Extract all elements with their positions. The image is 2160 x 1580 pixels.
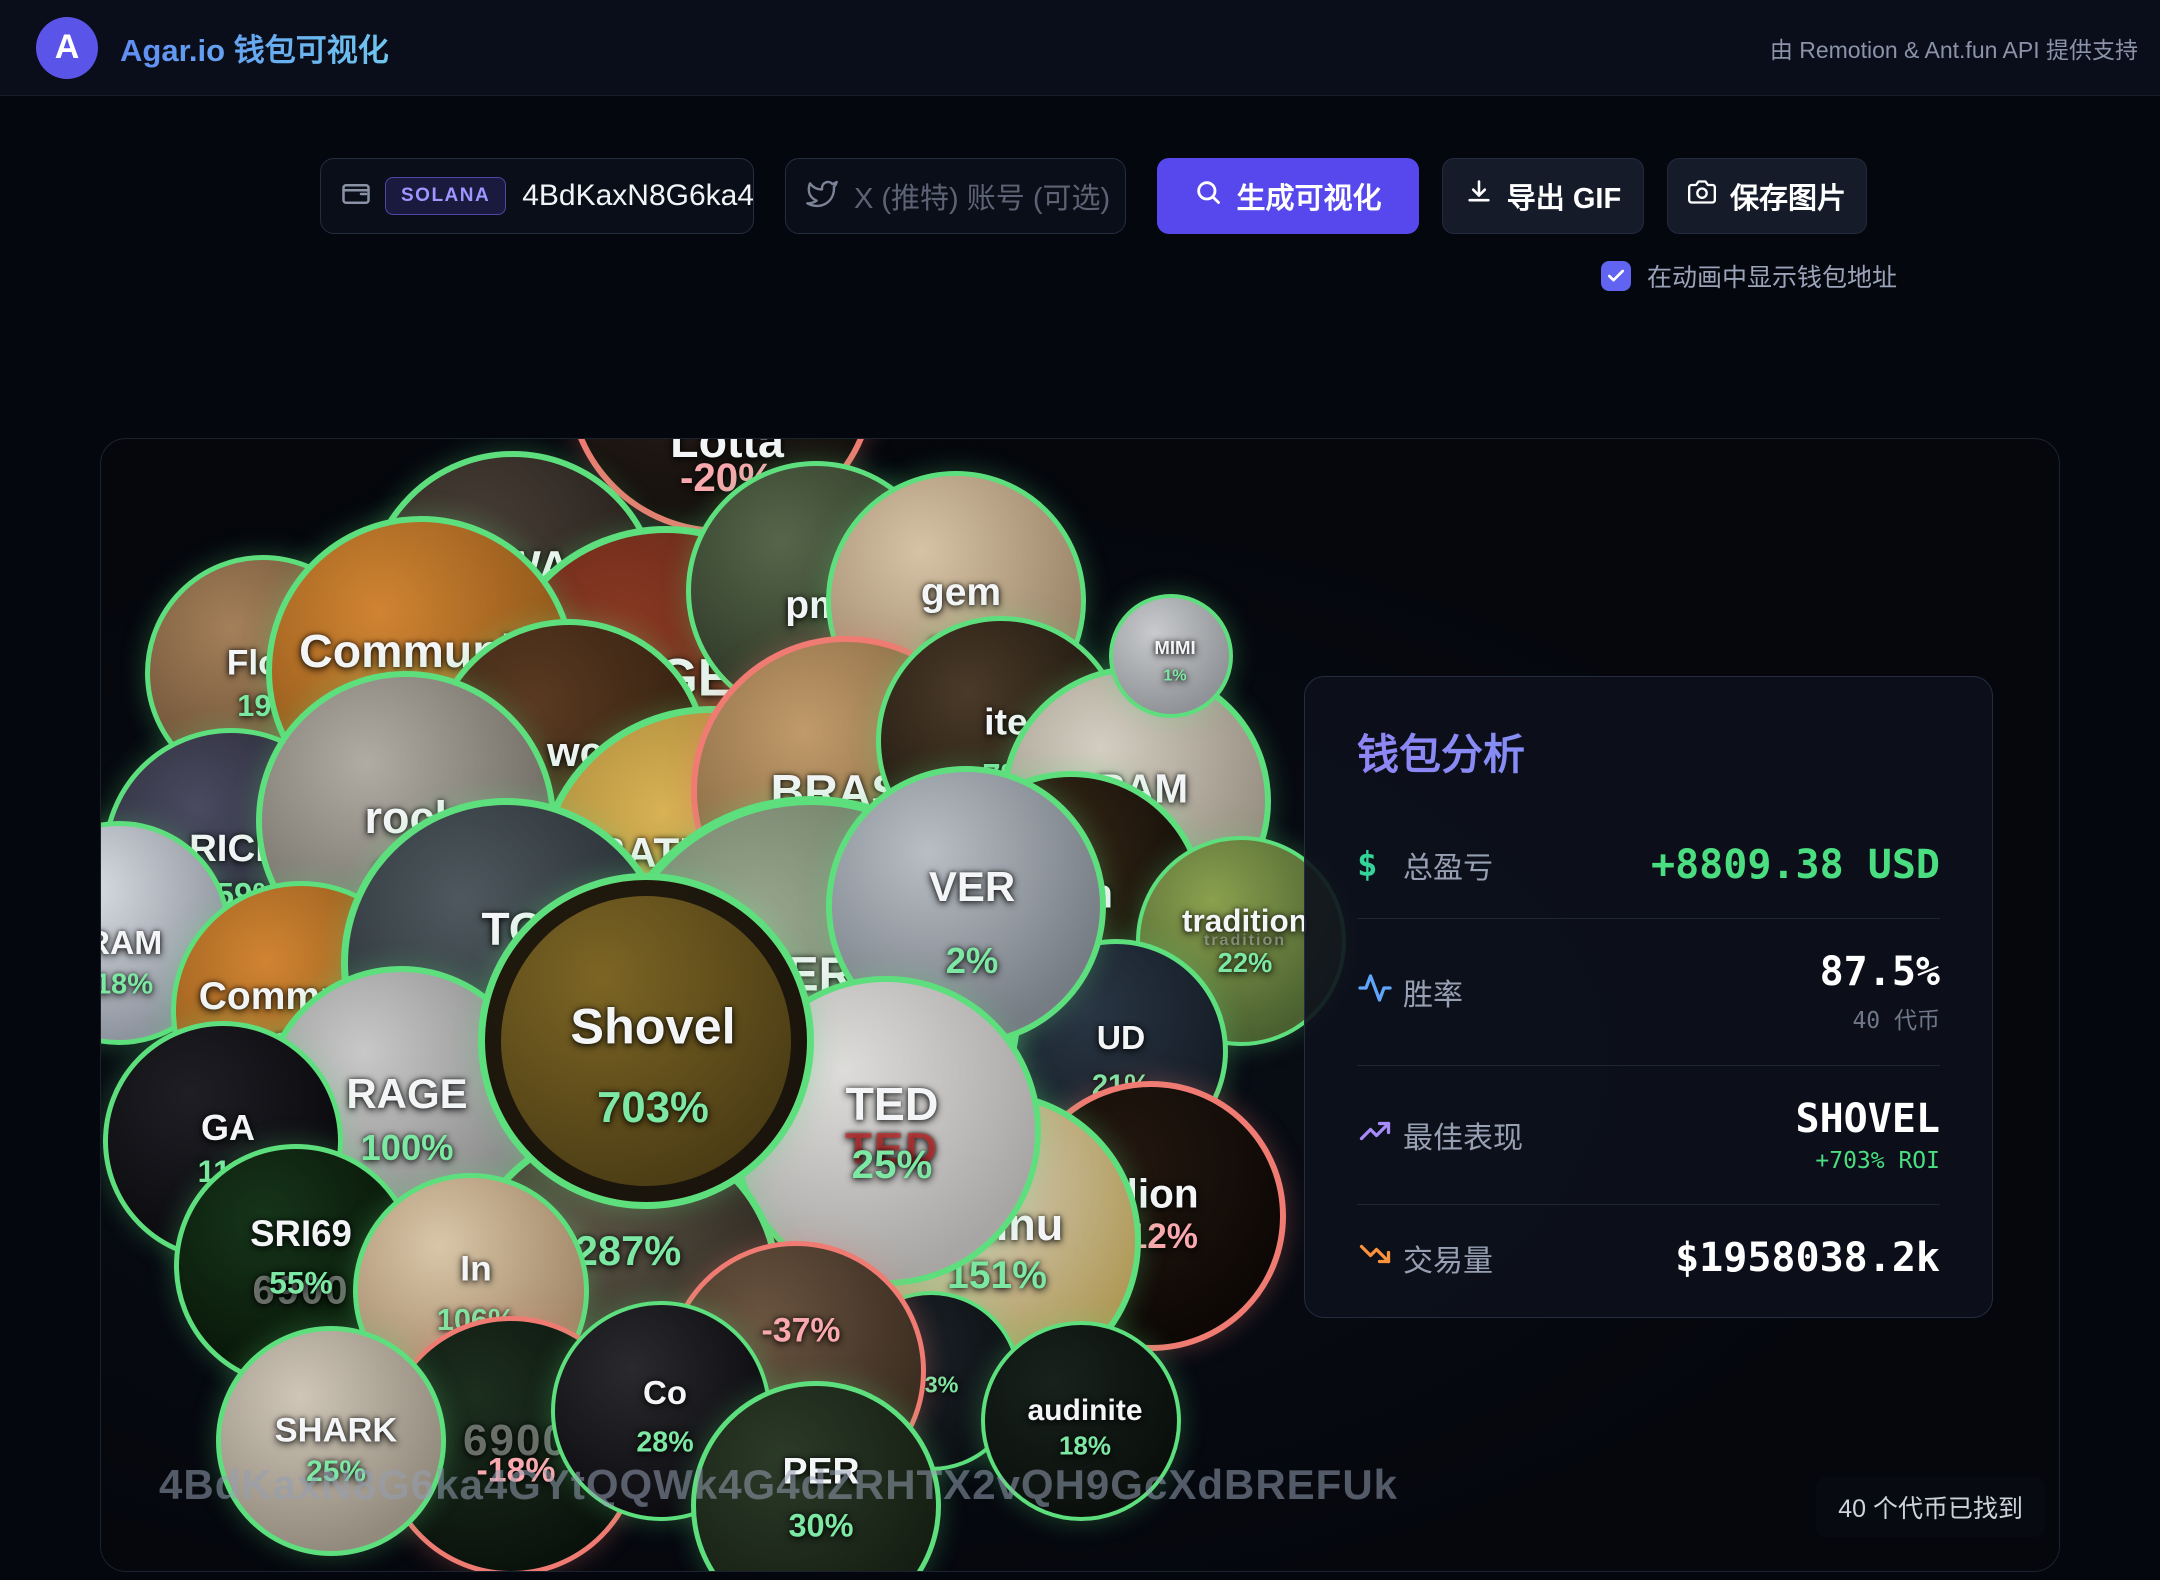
visualization-canvas: Lotta-20%RWA47%BAGELpmtgem31%Floki19%Com…	[100, 438, 2060, 1572]
token-label: Shovel	[570, 997, 735, 1056]
twitter-placeholder: X (推特) 账号 (可选)	[854, 175, 1110, 217]
token-pct: 55%	[269, 1265, 332, 1302]
token-label: SHARK	[275, 1412, 398, 1451]
token-label: Co	[643, 1374, 687, 1412]
token-label: VER	[929, 863, 1015, 911]
page-title: Agar.io 钱包可视化	[120, 25, 389, 70]
generate-visualization-button[interactable]: 生成可视化	[1157, 158, 1419, 234]
best-performer-label: 最佳表现	[1403, 1113, 1523, 1157]
token-label: SRI69	[250, 1213, 352, 1255]
generate-button-label: 生成可视化	[1236, 175, 1381, 217]
token-pct: -37%	[762, 1311, 841, 1350]
trending-up-icon	[1357, 1113, 1403, 1158]
token-pct: 30%	[788, 1508, 853, 1545]
best-performer-value: SHOVEL	[1796, 1096, 1941, 1142]
export-gif-label: 导出 GIF	[1507, 175, 1621, 217]
token-pct: 1%	[1163, 667, 1186, 686]
token-pct: 703%	[597, 1083, 709, 1133]
token-label: GA	[201, 1107, 255, 1149]
token-label: RAGE	[346, 1070, 467, 1118]
twitter-icon	[806, 178, 838, 215]
token-bubble-shovel[interactable]: Shovel 703%	[478, 873, 814, 1209]
token-pct: 18%	[100, 969, 153, 1002]
token-pct: 287%	[575, 1227, 681, 1275]
token-pct: 100%	[360, 1127, 453, 1169]
show-address-checkbox-label: 在动画中显示钱包地址	[1647, 258, 1897, 294]
token-count-badge: 40 个代币已找到	[1816, 1477, 2045, 1537]
token-label: In	[460, 1248, 491, 1289]
win-rate-sub: 40 代币	[1820, 1001, 1940, 1035]
chain-badge: SOLANA	[385, 177, 506, 215]
trending-down-icon	[1357, 1236, 1403, 1281]
token-label: MIMI	[1154, 637, 1195, 659]
token-pct: 22%	[1218, 947, 1273, 979]
download-icon	[1465, 178, 1493, 214]
save-image-button[interactable]: 保存图片	[1667, 158, 1867, 234]
best-performer-row: 最佳表现 SHOVEL +703% ROI	[1357, 1065, 1940, 1204]
token-pct: 18%	[1059, 1431, 1111, 1462]
win-rate-label: 胜率	[1403, 970, 1463, 1014]
total-pnl-value: +8809.38 USD	[1651, 842, 1940, 888]
best-performer-roi: +703% ROI	[1796, 1148, 1941, 1174]
export-gif-button[interactable]: 导出 GIF	[1442, 158, 1644, 234]
save-image-label: 保存图片	[1730, 175, 1846, 217]
token-pct: 2%	[946, 940, 999, 982]
token-pct: 25%	[852, 1142, 933, 1188]
show-address-checkbox[interactable]	[1601, 261, 1631, 291]
token-pct: 28%	[636, 1426, 693, 1459]
token-label: RAM	[100, 925, 162, 963]
powered-by-text: 由 Remotion & Ant.fun API 提供支持	[1770, 31, 2138, 65]
wallet-analysis-panel: 钱包分析 $ 总盈亏 +8809.38 USD 胜率 87.5% 40 代币 最…	[1304, 676, 1993, 1318]
total-pnl-label: 总盈亏	[1403, 843, 1493, 887]
token-label: TED	[846, 1077, 939, 1131]
token-label: UD	[1097, 1020, 1146, 1058]
search-icon	[1194, 178, 1222, 214]
volume-value: $1958038.2k	[1675, 1235, 1940, 1281]
app-logo: A	[36, 17, 98, 79]
token-label: tradition	[1182, 902, 1308, 939]
total-pnl-row: $ 总盈亏 +8809.38 USD	[1357, 812, 1940, 918]
wallet-address-input[interactable]: SOLANA 4BdKaxN8G6ka4GYtQQWk4G4dZRHTX2vQH…	[320, 158, 754, 234]
win-rate-value: 87.5%	[1820, 949, 1940, 995]
camera-icon	[1688, 178, 1716, 214]
volume-row: 交易量 $1958038.2k	[1357, 1204, 1940, 1311]
dollar-icon: $	[1357, 845, 1403, 885]
win-rate-row: 胜率 87.5% 40 代币	[1357, 918, 1940, 1065]
wallet-icon	[341, 179, 371, 214]
token-label: gem	[921, 571, 1001, 615]
token-bubble-shark[interactable]: SHARK25%	[216, 1326, 446, 1556]
toolbar: SOLANA 4BdKaxN8G6ka4GYtQQWk4G4dZRHTX2vQH…	[0, 158, 2160, 234]
token-label: audinite	[1027, 1394, 1142, 1428]
wallet-analysis-title: 钱包分析	[1357, 721, 1940, 782]
wallet-address-overlay: 4BdKaxN8G6ka4GYtQQWk4G4dZRHTX2vQH9GcXdBR…	[159, 1461, 1398, 1509]
app-header: A Agar.io 钱包可视化 由 Remotion & Ant.fun API…	[0, 0, 2160, 96]
show-address-checkbox-row: 在动画中显示钱包地址	[1601, 258, 1897, 294]
wallet-address-value: 4BdKaxN8G6ka4GYtQQWk4G4dZRHTX2vQH9GcXdBR…	[522, 179, 754, 213]
activity-icon	[1357, 970, 1403, 1015]
twitter-handle-input[interactable]: X (推特) 账号 (可选)	[785, 158, 1126, 234]
volume-label: 交易量	[1403, 1236, 1493, 1280]
token-bubble-mimi[interactable]: MIMI 1%	[1109, 594, 1233, 718]
